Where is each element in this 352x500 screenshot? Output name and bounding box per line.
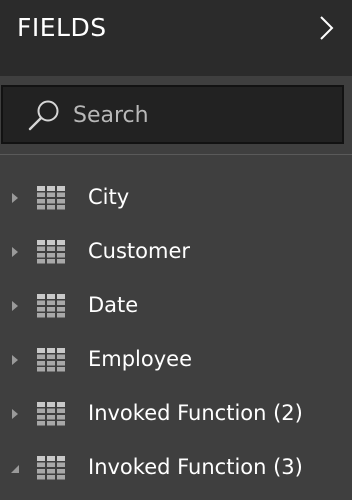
search-icon bbox=[28, 100, 59, 131]
table-icon bbox=[37, 240, 65, 264]
field-table-label: Invoked Function (3) bbox=[88, 455, 303, 479]
field-table-label: Invoked Function (2) bbox=[88, 401, 303, 425]
table-icon bbox=[37, 186, 65, 210]
table-icon bbox=[37, 294, 65, 318]
field-table-item[interactable]: Invoked Function (3) bbox=[0, 442, 352, 496]
collapsed-triangle-icon[interactable] bbox=[10, 298, 22, 314]
field-table-label: Customer bbox=[88, 239, 191, 263]
field-table-item[interactable]: Employee bbox=[0, 334, 352, 388]
field-list: City Customer Date Employee Invoked Function… bbox=[0, 172, 352, 496]
table-icon bbox=[37, 456, 65, 480]
field-table-label: City bbox=[88, 185, 130, 209]
field-table-item[interactable]: Date bbox=[0, 280, 352, 334]
collapse-pane-button[interactable] bbox=[314, 12, 338, 44]
collapsed-triangle-icon[interactable] bbox=[10, 352, 22, 368]
field-table-label: Employee bbox=[88, 347, 193, 371]
chevron-right-icon bbox=[320, 16, 334, 40]
table-icon bbox=[37, 402, 65, 426]
collapsed-triangle-icon[interactable] bbox=[10, 406, 22, 422]
table-icon bbox=[37, 348, 65, 372]
collapsed-triangle-icon[interactable] bbox=[10, 244, 22, 260]
search-box[interactable] bbox=[1, 85, 344, 144]
search-input[interactable] bbox=[73, 97, 323, 133]
fields-pane: FIELDS City Customer Date Employee Invoked F… bbox=[0, 0, 352, 500]
field-table-item[interactable]: Customer bbox=[0, 226, 352, 280]
collapsed-triangle-icon[interactable] bbox=[10, 190, 22, 206]
fields-header: FIELDS bbox=[0, 0, 352, 76]
field-table-item[interactable]: City bbox=[0, 172, 352, 226]
search-area bbox=[0, 76, 352, 155]
expanded-triangle-icon[interactable] bbox=[10, 460, 22, 476]
field-table-item[interactable]: Invoked Function (2) bbox=[0, 388, 352, 442]
field-table-label: Date bbox=[88, 293, 139, 317]
pane-title: FIELDS bbox=[17, 13, 107, 42]
